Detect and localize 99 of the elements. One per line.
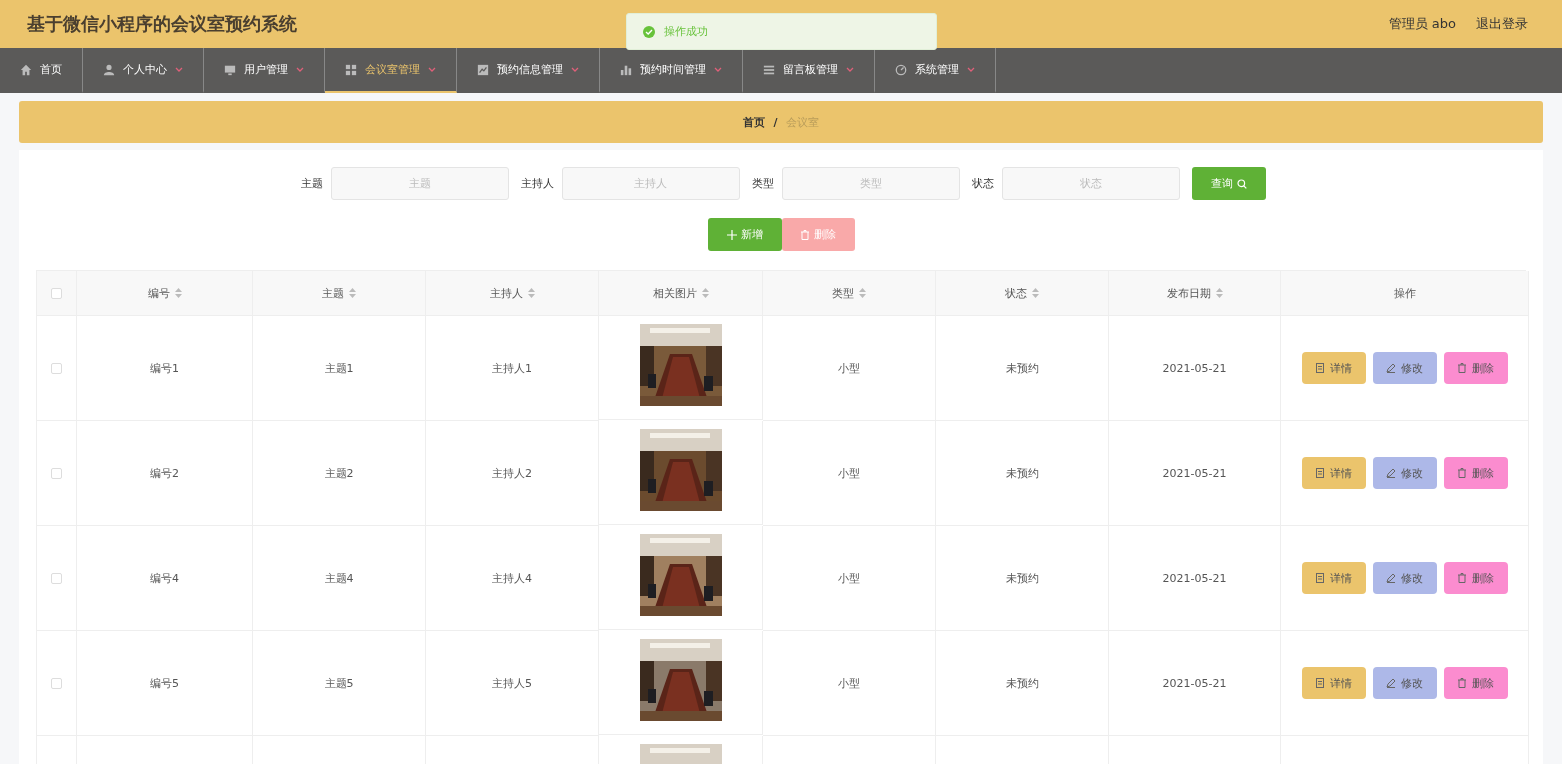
edit-button[interactable]: 修改 bbox=[1372, 457, 1437, 489]
column-header: 类型 bbox=[832, 285, 854, 301]
edit-button[interactable]: 修改 bbox=[1372, 667, 1437, 699]
edit-button[interactable]: 修改 bbox=[1372, 352, 1437, 384]
checkbox[interactable] bbox=[51, 467, 62, 479]
monitor-icon bbox=[224, 63, 236, 76]
table-cell: 小型 bbox=[838, 360, 860, 376]
document-icon bbox=[1315, 678, 1325, 688]
table-cell: 主题1 bbox=[324, 360, 354, 376]
pencil-icon bbox=[1386, 363, 1396, 373]
checkbox[interactable] bbox=[51, 677, 62, 689]
delete-button[interactable]: 删除 bbox=[1443, 457, 1508, 489]
sort-icon[interactable] bbox=[859, 288, 866, 298]
column-header: 发布日期 bbox=[1166, 285, 1211, 301]
sort-icon[interactable] bbox=[527, 288, 535, 298]
delete-button[interactable]: 删除 bbox=[1443, 562, 1508, 594]
column-header: 编号 bbox=[147, 285, 170, 301]
search-button[interactable]: 查询 bbox=[1191, 167, 1266, 200]
person-icon bbox=[103, 63, 115, 76]
details-button[interactable]: 详情 bbox=[1301, 352, 1366, 384]
field-label: 主持人 bbox=[520, 176, 554, 191]
table-cell: 2021-05-21 bbox=[1162, 361, 1227, 375]
document-icon bbox=[1315, 468, 1325, 478]
table-cell: 小型 bbox=[838, 675, 860, 691]
document-icon bbox=[1315, 363, 1325, 373]
user-label: 管理员 abo bbox=[1388, 15, 1456, 33]
trash-icon bbox=[1457, 573, 1467, 583]
breadcrumb-separator: / bbox=[773, 115, 778, 129]
table-cell: 2021-05-21 bbox=[1162, 571, 1227, 585]
checkbox[interactable] bbox=[51, 362, 62, 374]
trash-icon bbox=[800, 229, 810, 240]
table-cell: 编号1 bbox=[150, 360, 179, 376]
field-label: 状态 bbox=[971, 176, 994, 191]
sort-icon[interactable] bbox=[1032, 288, 1039, 298]
table-cell: 编号2 bbox=[150, 465, 179, 481]
list-icon bbox=[763, 63, 775, 76]
pencil-icon bbox=[1386, 678, 1396, 688]
search-icon bbox=[1236, 178, 1247, 189]
trash-icon bbox=[1457, 363, 1467, 373]
nav-tab[interactable]: 会议室管理 bbox=[325, 48, 457, 93]
delete-button[interactable]: 删除 bbox=[1443, 667, 1508, 699]
table-cell: 2021-05-21 bbox=[1162, 676, 1227, 690]
pencil-icon bbox=[1386, 573, 1396, 583]
table-cell: 未预约 bbox=[1005, 570, 1039, 586]
table-cell: 主题2 bbox=[324, 465, 354, 481]
details-button[interactable]: 详情 bbox=[1301, 562, 1366, 594]
trash-icon bbox=[1457, 468, 1467, 478]
column-header: 相关图片 bbox=[652, 285, 697, 301]
table-cell: 未预约 bbox=[1005, 465, 1039, 481]
search-field[interactable]: 状态 bbox=[1001, 167, 1180, 200]
search-field[interactable]: 主持人 bbox=[561, 167, 740, 200]
table-cell: 主持人5 bbox=[492, 675, 532, 691]
column-header: 主持人 bbox=[489, 285, 523, 301]
trash-icon bbox=[1457, 678, 1467, 688]
table-cell: 主持人1 bbox=[492, 360, 532, 376]
column-header: 主题 bbox=[322, 285, 344, 301]
app-title: 基于微信小程序的会议室预约系统 bbox=[27, 12, 297, 36]
table-cell: 未预约 bbox=[1005, 360, 1039, 376]
field-label: 主题 bbox=[300, 176, 323, 191]
field-label: 类型 bbox=[751, 176, 774, 191]
toast-message: 操作成功 bbox=[664, 24, 708, 39]
document-icon bbox=[1315, 573, 1325, 583]
table-cell: 主持人2 bbox=[492, 465, 532, 481]
table-cell: 小型 bbox=[838, 570, 860, 586]
gauge-icon bbox=[895, 63, 907, 76]
nav-tab[interactable]: 预约信息管理 bbox=[457, 48, 600, 93]
nav-tab[interactable]: 个人中心 bbox=[83, 48, 204, 93]
nav-tab[interactable]: 用户管理 bbox=[204, 48, 325, 93]
column-header: 操作 bbox=[1393, 285, 1416, 301]
table-cell: 主题5 bbox=[324, 675, 354, 691]
table-cell: 2021-05-21 bbox=[1162, 466, 1227, 480]
nav-tab[interactable]: 首页 bbox=[0, 48, 83, 93]
table-cell: 小型 bbox=[838, 465, 860, 481]
logout-link[interactable]: 退出登录 bbox=[1476, 15, 1528, 33]
sort-icon[interactable] bbox=[349, 288, 356, 298]
chart-icon bbox=[477, 63, 489, 76]
sort-icon[interactable] bbox=[701, 288, 709, 298]
plus-icon bbox=[726, 229, 737, 240]
table-cell: 主题4 bbox=[324, 570, 354, 586]
breadcrumb-item[interactable]: 首页 bbox=[743, 114, 766, 130]
table-cell: 主持人4 bbox=[492, 570, 532, 586]
checkbox[interactable] bbox=[51, 287, 62, 299]
details-button[interactable]: 详情 bbox=[1301, 457, 1366, 489]
check-icon bbox=[643, 25, 655, 38]
table-cell: 未预约 bbox=[1005, 675, 1039, 691]
table-cell: 编号4 bbox=[150, 570, 179, 586]
table-cell: 编号5 bbox=[150, 675, 179, 691]
bars-icon bbox=[620, 63, 632, 76]
grid-icon bbox=[345, 63, 357, 76]
delete-button[interactable]: 删除 bbox=[1443, 352, 1508, 384]
sort-icon[interactable] bbox=[1215, 288, 1223, 298]
checkbox[interactable] bbox=[51, 572, 62, 584]
details-button[interactable]: 详情 bbox=[1301, 667, 1366, 699]
pencil-icon bbox=[1386, 468, 1396, 478]
column-header: 状态 bbox=[1005, 285, 1027, 301]
edit-button[interactable]: 修改 bbox=[1372, 562, 1437, 594]
add-button[interactable]: 新增 bbox=[707, 218, 782, 251]
home-icon bbox=[20, 63, 32, 76]
sort-icon[interactable] bbox=[174, 288, 182, 298]
